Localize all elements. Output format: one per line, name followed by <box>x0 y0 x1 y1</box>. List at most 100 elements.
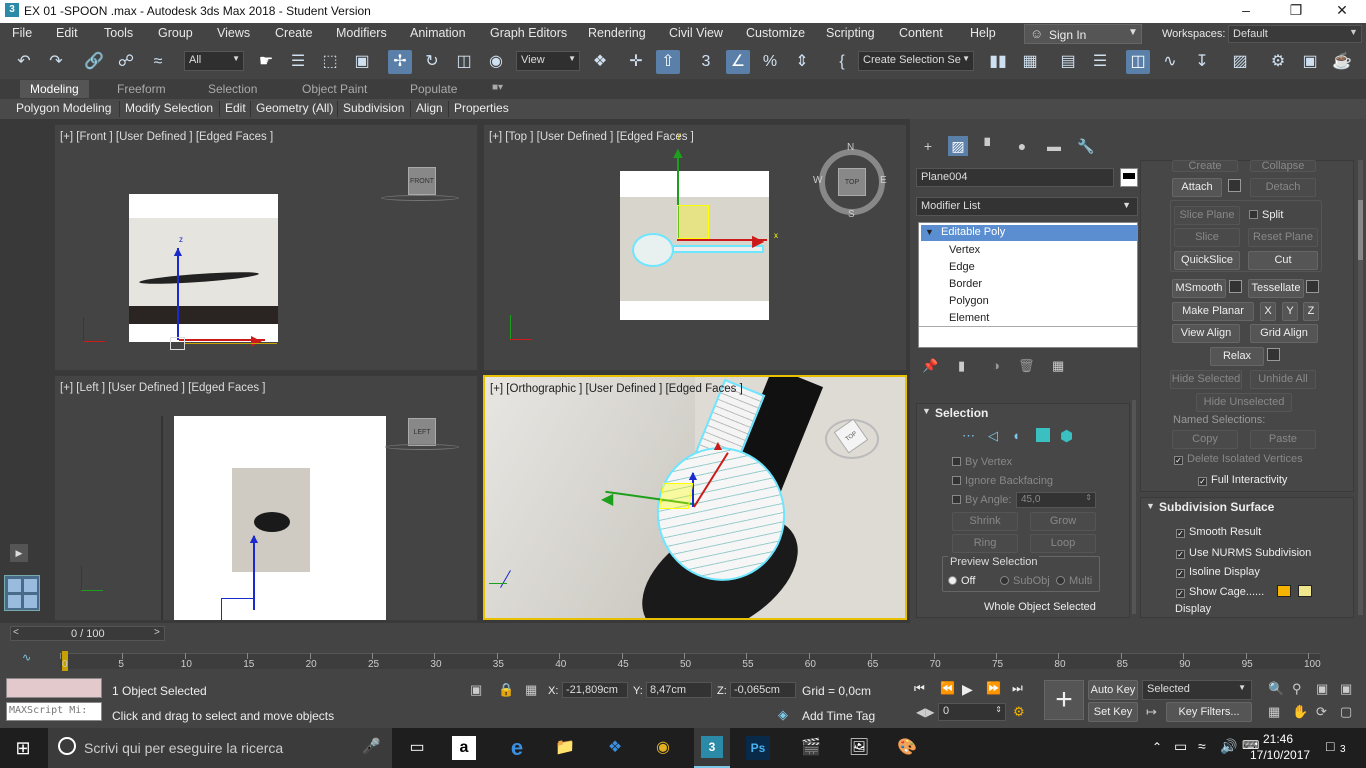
stack-item-editable-poly[interactable]: ▼ Editable Poly <box>921 225 1137 241</box>
play-icon[interactable]: ▶ <box>962 681 973 698</box>
redo-icon[interactable]: ↷ <box>44 50 68 74</box>
sign-in-button[interactable]: ☺ Sign In ▼ <box>1024 24 1142 44</box>
goto-end-icon[interactable]: ⏭ <box>1012 681 1023 696</box>
chrome-icon[interactable]: ◉ <box>648 734 678 762</box>
expand-icon[interactable]: ▼ <box>925 227 934 237</box>
scene-explorer-icon[interactable]: ▤ <box>1056 50 1080 74</box>
panel-scrollbar[interactable] <box>1132 400 1136 614</box>
collapse-icon[interactable]: ▼ <box>1146 501 1155 511</box>
preview-subobj-radio[interactable]: SubObj <box>1000 575 1050 587</box>
spinner-snap-icon[interactable]: ⇕ <box>790 50 814 74</box>
taskbar-search-box[interactable]: Scrivi qui per eseguire la ricerca 🎤 <box>48 728 392 768</box>
nurms-checkbox[interactable]: ✓ Use NURMS Subdivision <box>1176 547 1311 559</box>
trash-icon[interactable]: 🗑 <box>1018 358 1035 374</box>
battery-icon[interactable]: ▭ <box>1174 738 1187 755</box>
stack-item-edge[interactable]: Edge <box>949 261 975 273</box>
motion-tab-icon[interactable]: ● <box>1012 136 1032 156</box>
smooth-result-checkbox[interactable]: ✓ Smooth Result <box>1176 526 1261 538</box>
render-setup-icon[interactable]: ⚙ <box>1266 50 1290 74</box>
edit-named-selection-icon[interactable]: { <box>830 50 854 74</box>
loop-button[interactable]: Loop <box>1030 534 1096 553</box>
selection-rollout-title[interactable]: Selection <box>935 406 988 420</box>
border-mode-icon[interactable]: ◖ <box>1012 428 1020 443</box>
previous-frame-icon[interactable]: ⏪ <box>940 681 955 695</box>
file-explorer-icon[interactable]: 📁 <box>550 734 580 762</box>
slice-plane-button[interactable]: Slice Plane <box>1174 206 1240 225</box>
pin-stack-icon[interactable]: 📌 <box>922 358 938 374</box>
stack-item-vertex[interactable]: Vertex <box>949 244 980 256</box>
ring-button[interactable]: Ring <box>952 534 1018 553</box>
stack-item-border[interactable]: Border <box>949 278 982 290</box>
viewcube-ring[interactable] <box>385 444 459 450</box>
menu-animation[interactable]: Animation <box>410 26 466 40</box>
ribbon-modify-selection[interactable]: Modify Selection <box>125 101 213 115</box>
undo-icon[interactable]: ↶ <box>12 50 36 74</box>
add-time-tag-button[interactable]: Add Time Tag <box>802 709 875 723</box>
dropbox-icon[interactable]: ❖ <box>600 734 630 762</box>
next-frame-icon[interactable]: ⏩ <box>986 681 1001 695</box>
unlink-icon[interactable]: ☍ <box>114 50 138 74</box>
named-selection-set-select[interactable]: Create Selection Se ▼ <box>858 51 974 71</box>
maxscript-mini-listener[interactable]: MAXScript Mi: <box>6 702 102 721</box>
ribbon-options-icon[interactable]: ■▾ <box>492 82 503 93</box>
clock-time[interactable]: 21:46 <box>1263 732 1293 746</box>
cage-color-2-swatch[interactable] <box>1298 585 1312 597</box>
attach-settings-icon[interactable] <box>1228 179 1241 192</box>
layer-explorer-icon[interactable]: ☰ <box>1088 50 1112 74</box>
display-tab-icon[interactable]: ▬ <box>1044 136 1064 156</box>
edge-browser-icon[interactable]: e <box>502 734 532 762</box>
paste-button[interactable]: Paste <box>1250 430 1316 449</box>
isoline-display-checkbox[interactable]: ✓ Isoline Display <box>1176 566 1260 578</box>
menu-views[interactable]: Views <box>217 26 250 40</box>
panel-scrollbar[interactable] <box>1358 160 1363 615</box>
task-view-icon[interactable]: ▭ <box>402 734 432 762</box>
coord-x-field[interactable]: -21,809cm <box>562 682 628 698</box>
movie-maker-icon[interactable]: 🎬 <box>796 734 826 762</box>
collapse-icon[interactable]: ▼ <box>922 406 931 416</box>
tab-modeling[interactable]: Modeling <box>20 80 89 98</box>
grow-button[interactable]: Grow <box>1030 512 1096 531</box>
lock-icon[interactable]: 🔒 <box>498 682 514 698</box>
field-of-view-icon[interactable]: ▦ <box>1268 704 1280 720</box>
reference-coordinate-select[interactable]: View ▼ <box>516 51 580 71</box>
stack-item-element[interactable]: Element <box>949 312 989 324</box>
viewcube[interactable]: FRONT <box>408 167 436 195</box>
viewcube[interactable]: LEFT <box>408 418 436 446</box>
schematic-view-icon[interactable]: ↧ <box>1190 50 1214 74</box>
coord-z-field[interactable]: -0,065cm <box>730 682 796 698</box>
hide-selected-button[interactable]: Hide Selected <box>1170 370 1242 389</box>
tab-selection[interactable]: Selection <box>208 82 257 96</box>
tessellate-button[interactable]: Tessellate <box>1248 279 1304 298</box>
menu-tools[interactable]: Tools <box>104 26 133 40</box>
auto-key-button[interactable]: Auto Key <box>1088 680 1138 700</box>
wifi-icon[interactable]: ≈ <box>1198 738 1206 754</box>
edge-mode-icon[interactable]: ◁ <box>988 428 998 444</box>
amazon-icon[interactable]: a <box>452 736 476 760</box>
curve-editor-icon[interactable]: ∿ <box>1158 50 1182 74</box>
attach-button[interactable]: Attach <box>1172 178 1222 197</box>
bind-space-warp-icon[interactable]: ≈ <box>146 50 170 74</box>
menu-edit[interactable]: Edit <box>56 26 78 40</box>
photoshop-icon[interactable]: Ps <box>746 736 770 760</box>
orbit-icon[interactable]: ⟳ <box>1316 704 1327 720</box>
menu-modifiers[interactable]: Modifiers <box>336 26 387 40</box>
subdivision-rollout-title[interactable]: Subdivision Surface <box>1159 500 1274 514</box>
isolate-selection-icon[interactable]: ▣ <box>470 682 482 698</box>
maxscript-listener-pink[interactable] <box>6 678 102 698</box>
snaps-toggle-icon[interactable]: 3 <box>694 50 718 74</box>
gizmo-z-axis[interactable] <box>253 536 255 610</box>
minimize-button[interactable]: – <box>1226 2 1266 18</box>
maximize-viewport-icon[interactable]: ▢ <box>1340 704 1352 720</box>
absolute-mode-icon[interactable]: ▦ <box>525 682 537 698</box>
cage-color-1-swatch[interactable] <box>1277 585 1291 597</box>
ignore-backfacing-checkbox[interactable]: Ignore Backfacing <box>952 475 1053 487</box>
make-unique-icon[interactable]: ◑ <box>992 358 1000 373</box>
mirror-icon[interactable]: ▮▮ <box>986 50 1010 74</box>
modify-tab-icon[interactable]: ▨ <box>948 136 968 156</box>
viewcube[interactable]: TOP <box>838 168 866 196</box>
taskbar-3dsmax-active[interactable]: 3 <box>694 728 730 768</box>
by-vertex-checkbox[interactable]: By Vertex <box>952 456 1012 468</box>
tab-object-paint[interactable]: Object Paint <box>302 82 367 96</box>
key-mode-icon[interactable]: ◀▶ <box>916 705 934 719</box>
keyboard-shortcut-override-icon[interactable]: ⇧ <box>656 50 680 74</box>
